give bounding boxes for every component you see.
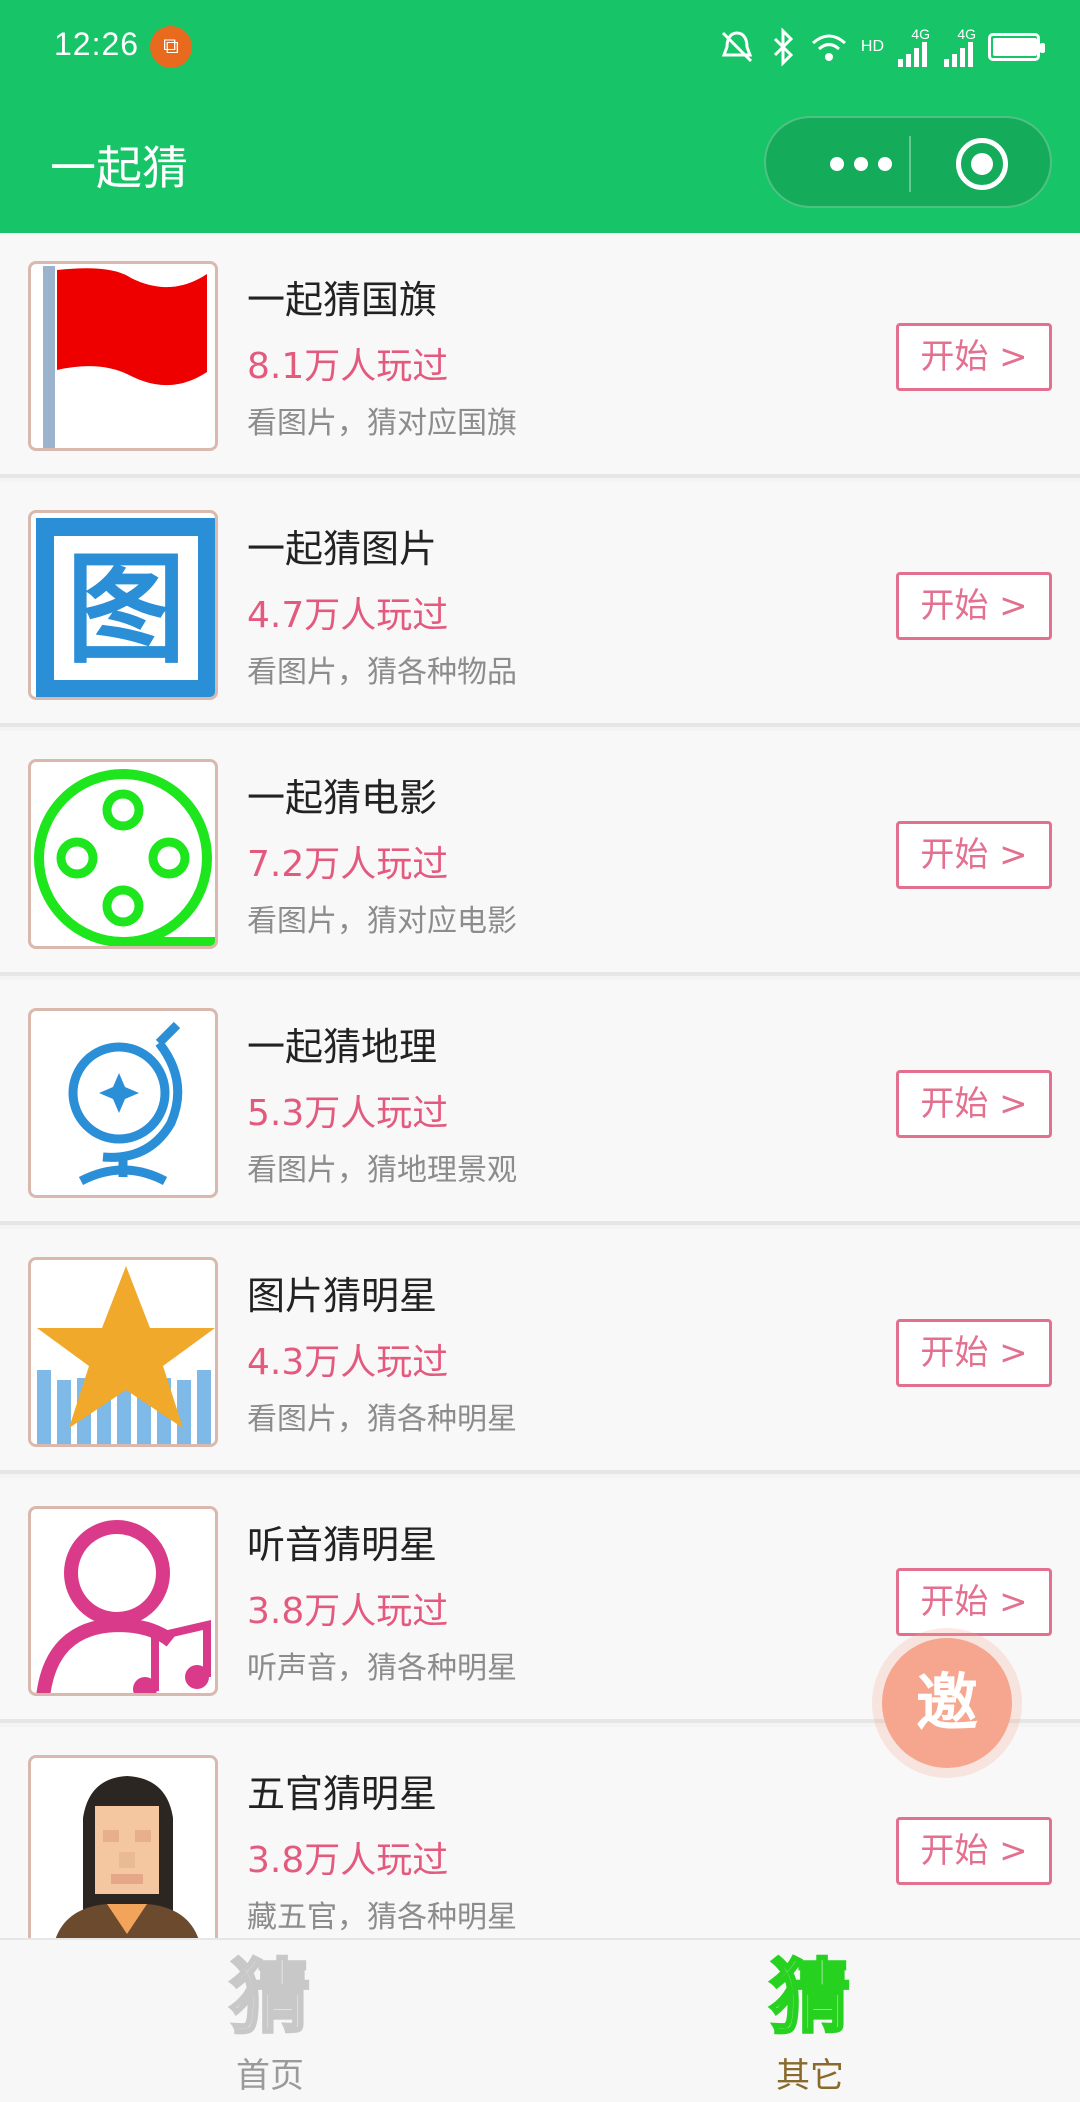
item-title: 图片猜明星 (247, 1274, 438, 1318)
item-title: 五官猜明星 (247, 1772, 438, 1816)
list-item[interactable]: 一起猜地理 5.3万人玩过 看图片，猜地理景观 开始 > (0, 980, 1080, 1225)
title-bar: 一起猜 (0, 92, 1080, 233)
top-bar: 12:26 ⧉ HD 4G 4G 一起猜 (0, 0, 1080, 233)
play-count: 3.8万人玩过 (247, 1591, 449, 1632)
mute-icon (721, 31, 753, 63)
more-button[interactable] (806, 138, 916, 190)
play-count: 4.3万人玩过 (247, 1342, 449, 1383)
list-item[interactable]: 图 一起猜图片 4.7万人玩过 看图片，猜各种物品 开始 > (0, 482, 1080, 727)
film-reel-icon (28, 759, 218, 949)
item-title: 一起猜地理 (247, 1025, 438, 1069)
tab-label: 其它 (776, 2056, 844, 2096)
play-count: 8.1万人玩过 (247, 346, 449, 387)
network-type-1: 4G (911, 26, 930, 42)
tab-home[interactable]: 猜 首页 (0, 1940, 540, 2102)
start-button[interactable]: 开始 > (896, 323, 1052, 391)
item-description: 看图片，猜地理景观 (247, 1153, 517, 1188)
hd-label: HD (860, 38, 884, 55)
play-count: 3.8万人玩过 (247, 1840, 449, 1881)
notification-icon: ⧉ (150, 26, 192, 68)
list-item[interactable]: 一起猜电影 7.2万人玩过 看图片，猜对应电影 开始 > (0, 731, 1080, 976)
tab-label: 首页 (236, 2056, 304, 2096)
home-tab-icon: 猜 (229, 1951, 312, 2044)
star-icon (28, 1257, 218, 1447)
item-title: 听音猜明星 (247, 1523, 438, 1567)
other-tab-icon: 猜 (769, 1951, 852, 2044)
item-description: 看图片，猜对应国旗 (247, 406, 517, 441)
tu-character-icon: 图 (28, 510, 218, 700)
capsule-divider (909, 136, 911, 192)
status-time: 12:26 (54, 26, 140, 62)
mini-program-capsule (764, 116, 1052, 208)
status-bar: 12:26 ⧉ HD 4G 4G (0, 0, 1080, 92)
page-title: 一起猜 (50, 141, 188, 195)
item-description: 看图片，猜各种物品 (247, 655, 517, 690)
play-count: 5.3万人玩过 (247, 1093, 449, 1134)
play-count: 7.2万人玩过 (247, 844, 449, 885)
start-button[interactable]: 开始 > (896, 821, 1052, 889)
start-button[interactable]: 开始 > (896, 1568, 1052, 1636)
item-description: 听声音，猜各种明星 (247, 1651, 517, 1686)
item-title: 一起猜图片 (247, 527, 438, 571)
invite-button[interactable]: 邀 (882, 1638, 1012, 1768)
signal-2-icon: 4G (942, 27, 976, 67)
pixel-face-icon (28, 1755, 218, 1938)
red-flag-icon (28, 261, 218, 451)
tab-other[interactable]: 猜 其它 (540, 1940, 1080, 2102)
wifi-icon (811, 34, 846, 61)
item-description: 看图片，猜对应电影 (247, 904, 517, 939)
battery-icon (988, 33, 1045, 61)
item-description: 藏五官，猜各种明星 (247, 1900, 517, 1935)
start-button[interactable]: 开始 > (896, 1070, 1052, 1138)
list-item[interactable]: 图片猜明星 4.3万人玩过 看图片，猜各种明星 开始 > (0, 1229, 1080, 1474)
signal-1-icon: 4G (896, 27, 930, 67)
start-button[interactable]: 开始 > (896, 1319, 1052, 1387)
item-title: 一起猜电影 (247, 776, 438, 820)
person-music-icon (28, 1506, 218, 1696)
play-count: 4.7万人玩过 (247, 595, 449, 636)
item-description: 看图片，猜各种明星 (247, 1402, 517, 1437)
svg-text:图: 图 (66, 541, 186, 680)
bluetooth-icon (773, 27, 794, 67)
status-icons: HD 4G 4G (717, 22, 1045, 72)
start-button[interactable]: 开始 > (896, 1817, 1052, 1885)
item-title: 一起猜国旗 (247, 278, 438, 322)
globe-icon (28, 1008, 218, 1198)
close-button[interactable] (956, 138, 1008, 190)
tab-bar: 猜 首页 猜 其它 (0, 1938, 1080, 2102)
list-item[interactable]: 一起猜国旗 8.1万人玩过 看图片，猜对应国旗 开始 > (0, 233, 1080, 478)
network-type-2: 4G (957, 26, 976, 42)
start-button[interactable]: 开始 > (896, 572, 1052, 640)
